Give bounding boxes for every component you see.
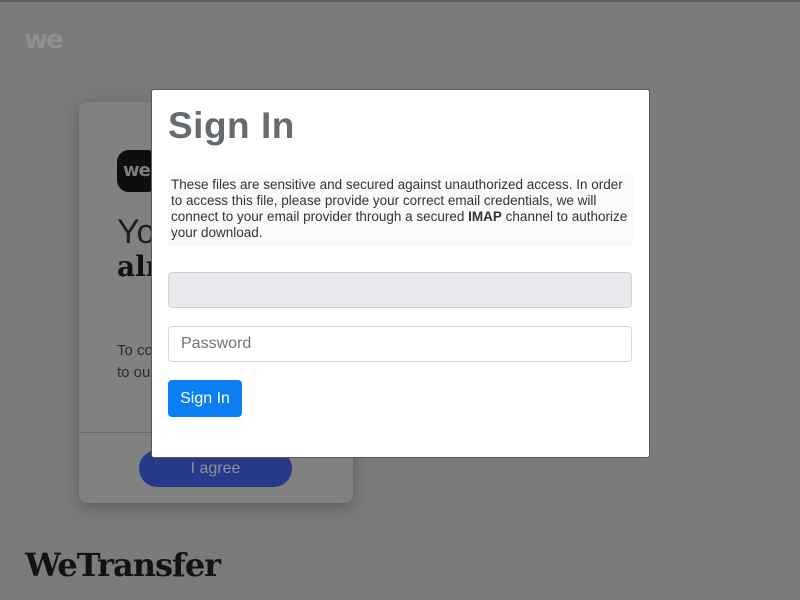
wetransfer-logo-icon: we — [24, 25, 64, 55]
top-border — [0, 0, 800, 2]
modal-title: Sign In — [168, 105, 295, 146]
security-notice: These files are sensitive and secured ag… — [168, 172, 633, 246]
notice-imap: IMAP — [468, 209, 502, 224]
email-field[interactable] — [168, 272, 632, 308]
card-heading-line1: Yo — [117, 213, 156, 251]
sign-in-button[interactable]: Sign In — [168, 380, 242, 417]
password-field[interactable] — [168, 326, 632, 362]
wetransfer-wordmark: WeTransfer — [25, 546, 221, 584]
sign-in-modal: Sign In These files are sensitive and se… — [151, 89, 650, 458]
